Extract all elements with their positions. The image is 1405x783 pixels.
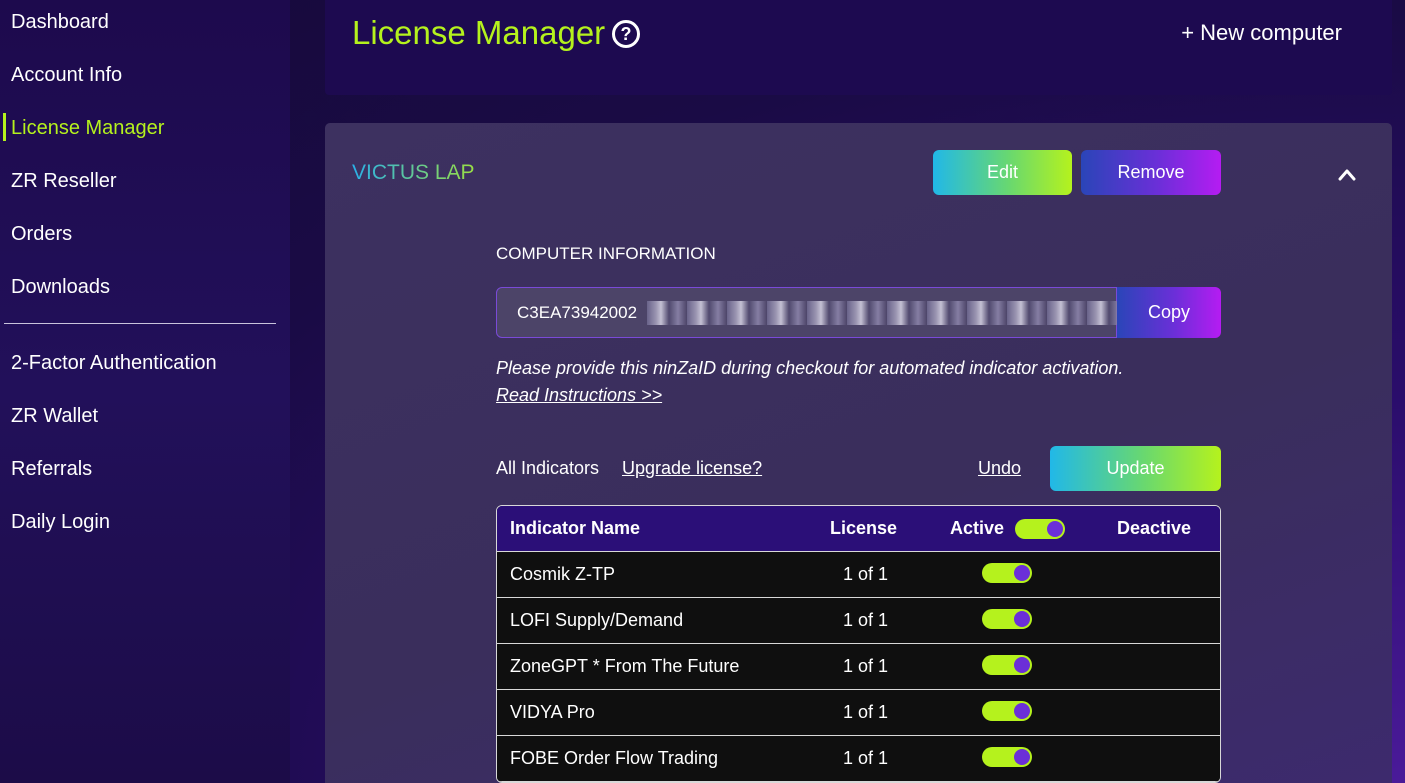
indicator-name: VIDYA Pro bbox=[510, 702, 595, 722]
license-count: 1 of 1 bbox=[843, 656, 889, 676]
sidebar: Dashboard Account Info License Manager Z… bbox=[0, 0, 290, 783]
col-active: Active bbox=[950, 518, 1005, 538]
col-indicator-name: Indicator Name bbox=[510, 518, 641, 538]
active-indicator bbox=[3, 113, 6, 141]
copy-button[interactable]: Copy bbox=[1117, 287, 1221, 338]
sidebar-item-license-manager[interactable]: License Manager bbox=[11, 114, 164, 142]
sidebar-item-2fa[interactable]: 2-Factor Authentication bbox=[11, 349, 217, 377]
page-title: License Manager bbox=[352, 14, 606, 51]
sidebar-item-referrals[interactable]: Referrals bbox=[11, 455, 92, 483]
table-header: Indicator Name License Active Deactive bbox=[497, 506, 1220, 552]
license-count: 1 of 1 bbox=[843, 702, 889, 722]
sidebar-item-dashboard[interactable]: Dashboard bbox=[11, 8, 109, 36]
remove-button[interactable]: Remove bbox=[1081, 150, 1221, 195]
indicator-name: LOFI Supply/Demand bbox=[510, 610, 684, 630]
sidebar-item-account-info[interactable]: Account Info bbox=[11, 61, 122, 89]
toggle-knob bbox=[1014, 703, 1030, 719]
checkout-note: Please provide this ninZaID during check… bbox=[496, 358, 1124, 378]
edit-button[interactable]: Edit bbox=[933, 150, 1072, 195]
read-instructions-link[interactable]: Read Instructions >> bbox=[496, 385, 662, 406]
col-deactive: Deactive bbox=[1117, 518, 1192, 538]
toggle-knob bbox=[1014, 749, 1030, 765]
toggle-knob bbox=[1014, 565, 1030, 581]
license-count: 1 of 1 bbox=[843, 748, 889, 768]
table-row: VIDYA Pro 1 of 1 bbox=[497, 690, 1220, 736]
indicator-name: FOBE Order Flow Trading bbox=[510, 748, 719, 768]
all-indicators-label[interactable]: All Indicators bbox=[496, 458, 599, 479]
chevron-up-icon[interactable] bbox=[1338, 166, 1356, 184]
table-row: LOFI Supply/Demand 1 of 1 bbox=[497, 598, 1220, 644]
upgrade-license-link[interactable]: Upgrade license? bbox=[622, 458, 762, 479]
indicator-table: Indicator Name License Active Deactive C… bbox=[496, 505, 1221, 783]
indicator-name: Cosmik Z-TP bbox=[510, 564, 615, 584]
active-all-toggle[interactable] bbox=[1015, 519, 1065, 539]
sidebar-item-orders[interactable]: Orders bbox=[11, 220, 72, 248]
computer-information-label: COMPUTER INFORMATION bbox=[496, 244, 716, 263]
page-header: License Manager ? + New computer bbox=[325, 0, 1392, 95]
update-button[interactable]: Update bbox=[1050, 446, 1221, 491]
license-count: 1 of 1 bbox=[843, 610, 889, 630]
question-circle-icon[interactable]: ? bbox=[612, 20, 640, 48]
table-row: Cosmik Z-TP 1 of 1 bbox=[497, 552, 1220, 598]
col-license: License bbox=[830, 518, 898, 538]
table-row: ZoneGPT * From The Future 1 of 1 bbox=[497, 644, 1220, 690]
table-row: FOBE Order Flow Trading 1 of 1 bbox=[497, 736, 1220, 782]
active-toggle[interactable] bbox=[982, 609, 1032, 629]
computer-card: VICTUS LAP Edit Remove COMPUTER INFORMAT… bbox=[325, 123, 1392, 783]
sidebar-item-zr-reseller[interactable]: ZR Reseller bbox=[11, 167, 117, 195]
computer-name: VICTUS LAP bbox=[352, 161, 475, 184]
redacted-id-mask bbox=[647, 301, 1117, 325]
new-computer-button[interactable]: + New computer bbox=[1181, 20, 1342, 46]
toggle-knob bbox=[1047, 521, 1063, 537]
toggle-knob bbox=[1014, 611, 1030, 627]
active-toggle[interactable] bbox=[982, 701, 1032, 721]
sidebar-divider bbox=[4, 323, 276, 324]
sidebar-item-zr-wallet[interactable]: ZR Wallet bbox=[11, 402, 98, 430]
active-toggle[interactable] bbox=[982, 563, 1032, 583]
sidebar-item-daily-login[interactable]: Daily Login bbox=[11, 508, 110, 536]
active-toggle[interactable] bbox=[982, 655, 1032, 675]
toggle-knob bbox=[1014, 657, 1030, 673]
indicator-name: ZoneGPT * From The Future bbox=[510, 656, 740, 676]
ninzaid-value: C3EA73942002 bbox=[517, 303, 638, 322]
undo-link[interactable]: Undo bbox=[978, 458, 1021, 479]
active-toggle[interactable] bbox=[982, 747, 1032, 767]
sidebar-item-downloads[interactable]: Downloads bbox=[11, 273, 110, 301]
license-count: 1 of 1 bbox=[843, 564, 889, 584]
